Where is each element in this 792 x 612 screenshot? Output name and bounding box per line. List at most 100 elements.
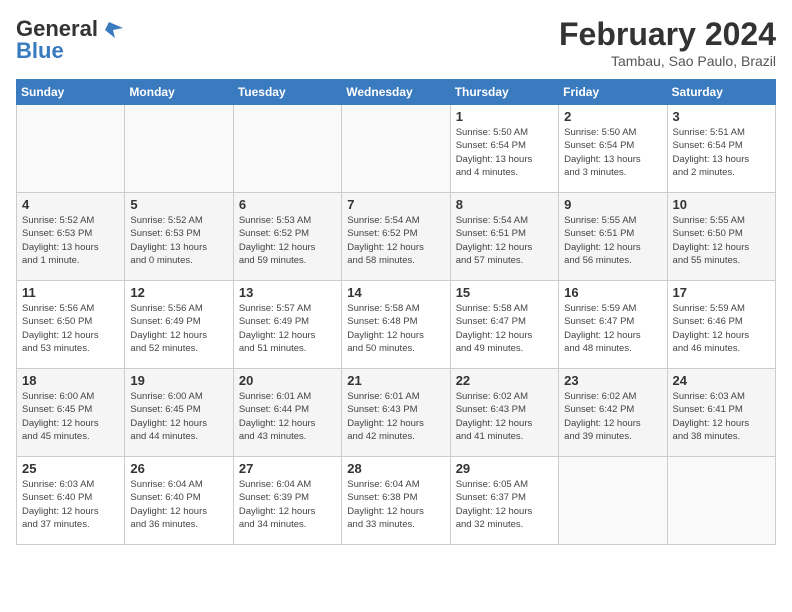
calendar-cell: 4 Sunrise: 5:52 AM Sunset: 6:53 PM Daylig… xyxy=(17,193,125,281)
day-info: Sunrise: 6:04 AM Sunset: 6:39 PM Dayligh… xyxy=(239,478,336,531)
day-info: Sunrise: 6:05 AM Sunset: 6:37 PM Dayligh… xyxy=(456,478,553,531)
calendar-cell: 20 Sunrise: 6:01 AM Sunset: 6:44 PM Dayli… xyxy=(233,369,341,457)
calendar-cell: 10 Sunrise: 5:55 AM Sunset: 6:50 PM Dayli… xyxy=(667,193,775,281)
day-info: Sunrise: 5:54 AM Sunset: 6:51 PM Dayligh… xyxy=(456,214,553,267)
calendar-cell: 29 Sunrise: 6:05 AM Sunset: 6:37 PM Dayli… xyxy=(450,457,558,545)
weekday-header: Thursday xyxy=(450,80,558,105)
day-info: Sunrise: 6:01 AM Sunset: 6:43 PM Dayligh… xyxy=(347,390,444,443)
calendar-cell: 5Sunrise: 5:52 AM Sunset: 6:53 PM Daylig… xyxy=(125,193,233,281)
day-number: 26 xyxy=(130,461,227,476)
day-number: 29 xyxy=(456,461,553,476)
calendar-cell: 6 Sunrise: 5:53 AM Sunset: 6:52 PM Daylig… xyxy=(233,193,341,281)
logo-bird-icon xyxy=(101,20,123,38)
calendar-cell: 15 Sunrise: 5:58 AM Sunset: 6:47 PM Dayli… xyxy=(450,281,558,369)
day-number: 3 xyxy=(673,109,770,124)
calendar-cell xyxy=(233,105,341,193)
day-number: 21 xyxy=(347,373,444,388)
day-info: Sunrise: 5:59 AM Sunset: 6:46 PM Dayligh… xyxy=(673,302,770,355)
day-info: Sunrise: 5:50 AM Sunset: 6:54 PM Dayligh… xyxy=(564,126,661,179)
weekday-header: Friday xyxy=(559,80,667,105)
day-number: 25 xyxy=(22,461,119,476)
calendar-cell: 7 Sunrise: 5:54 AM Sunset: 6:52 PM Daylig… xyxy=(342,193,450,281)
day-info: Sunrise: 5:52 AM Sunset: 6:53 PM Dayligh… xyxy=(130,214,227,267)
day-info: Sunrise: 6:02 AM Sunset: 6:42 PM Dayligh… xyxy=(564,390,661,443)
day-number: 27 xyxy=(239,461,336,476)
day-number: 6 xyxy=(239,197,336,212)
day-number: 11 xyxy=(22,285,119,300)
day-info: Sunrise: 5:55 AM Sunset: 6:50 PM Dayligh… xyxy=(673,214,770,267)
day-number: 19 xyxy=(130,373,227,388)
day-info: Sunrise: 5:52 AM Sunset: 6:53 PM Dayligh… xyxy=(22,214,119,267)
calendar-cell: 14Sunrise: 5:58 AM Sunset: 6:48 PM Dayli… xyxy=(342,281,450,369)
day-info: Sunrise: 5:55 AM Sunset: 6:51 PM Dayligh… xyxy=(564,214,661,267)
day-info: Sunrise: 6:00 AM Sunset: 6:45 PM Dayligh… xyxy=(130,390,227,443)
day-number: 4 xyxy=(22,197,119,212)
day-info: Sunrise: 6:04 AM Sunset: 6:40 PM Dayligh… xyxy=(130,478,227,531)
calendar-cell: 24 Sunrise: 6:03 AM Sunset: 6:41 PM Dayli… xyxy=(667,369,775,457)
day-info: Sunrise: 6:03 AM Sunset: 6:40 PM Dayligh… xyxy=(22,478,119,531)
day-info: Sunrise: 5:56 AM Sunset: 6:49 PM Dayligh… xyxy=(130,302,227,355)
calendar-cell: 22 Sunrise: 6:02 AM Sunset: 6:43 PM Dayli… xyxy=(450,369,558,457)
calendar-cell: 8 Sunrise: 5:54 AM Sunset: 6:51 PM Daylig… xyxy=(450,193,558,281)
day-number: 22 xyxy=(456,373,553,388)
calendar-week-row: 11 Sunrise: 5:56 AM Sunset: 6:50 PM Dayli… xyxy=(17,281,776,369)
day-info: Sunrise: 6:02 AM Sunset: 6:43 PM Dayligh… xyxy=(456,390,553,443)
day-number: 1 xyxy=(456,109,553,124)
calendar-cell: 3 Sunrise: 5:51 AM Sunset: 6:54 PM Daylig… xyxy=(667,105,775,193)
calendar-cell: 18 Sunrise: 6:00 AM Sunset: 6:45 PM Dayli… xyxy=(17,369,125,457)
day-info: Sunrise: 5:54 AM Sunset: 6:52 PM Dayligh… xyxy=(347,214,444,267)
calendar-cell: 21 Sunrise: 6:01 AM Sunset: 6:43 PM Dayli… xyxy=(342,369,450,457)
calendar-cell: 26 Sunrise: 6:04 AM Sunset: 6:40 PM Dayli… xyxy=(125,457,233,545)
day-info: Sunrise: 5:59 AM Sunset: 6:47 PM Dayligh… xyxy=(564,302,661,355)
calendar-cell xyxy=(667,457,775,545)
day-number: 15 xyxy=(456,285,553,300)
calendar-week-row: 4 Sunrise: 5:52 AM Sunset: 6:53 PM Daylig… xyxy=(17,193,776,281)
day-number: 23 xyxy=(564,373,661,388)
calendar-week-row: 1 Sunrise: 5:50 AM Sunset: 6:54 PM Daylig… xyxy=(17,105,776,193)
location: Tambau, Sao Paulo, Brazil xyxy=(559,53,776,69)
calendar-cell: 2Sunrise: 5:50 AM Sunset: 6:54 PM Daylig… xyxy=(559,105,667,193)
day-number: 17 xyxy=(673,285,770,300)
calendar-week-row: 18 Sunrise: 6:00 AM Sunset: 6:45 PM Dayli… xyxy=(17,369,776,457)
day-number: 20 xyxy=(239,373,336,388)
day-number: 24 xyxy=(673,373,770,388)
calendar-cell: 11 Sunrise: 5:56 AM Sunset: 6:50 PM Dayli… xyxy=(17,281,125,369)
day-number: 14 xyxy=(347,285,444,300)
weekday-header: Saturday xyxy=(667,80,775,105)
day-info: Sunrise: 5:53 AM Sunset: 6:52 PM Dayligh… xyxy=(239,214,336,267)
calendar-body: 1 Sunrise: 5:50 AM Sunset: 6:54 PM Daylig… xyxy=(17,105,776,545)
calendar-cell xyxy=(17,105,125,193)
day-info: Sunrise: 5:58 AM Sunset: 6:47 PM Dayligh… xyxy=(456,302,553,355)
calendar-cell xyxy=(125,105,233,193)
logo-blue: Blue xyxy=(16,38,64,64)
day-number: 7 xyxy=(347,197,444,212)
day-number: 10 xyxy=(673,197,770,212)
title-block: February 2024 Tambau, Sao Paulo, Brazil xyxy=(559,16,776,69)
calendar-cell: 25 Sunrise: 6:03 AM Sunset: 6:40 PM Dayli… xyxy=(17,457,125,545)
day-number: 28 xyxy=(347,461,444,476)
day-info: Sunrise: 6:03 AM Sunset: 6:41 PM Dayligh… xyxy=(673,390,770,443)
calendar-cell: 19 Sunrise: 6:00 AM Sunset: 6:45 PM Dayli… xyxy=(125,369,233,457)
weekday-header: Wednesday xyxy=(342,80,450,105)
day-info: Sunrise: 6:04 AM Sunset: 6:38 PM Dayligh… xyxy=(347,478,444,531)
day-info: Sunrise: 5:50 AM Sunset: 6:54 PM Dayligh… xyxy=(456,126,553,179)
day-info: Sunrise: 5:51 AM Sunset: 6:54 PM Dayligh… xyxy=(673,126,770,179)
logo: General Blue xyxy=(16,16,123,64)
day-number: 18 xyxy=(22,373,119,388)
calendar-table: SundayMondayTuesdayWednesdayThursdayFrid… xyxy=(16,79,776,545)
day-number: 16 xyxy=(564,285,661,300)
page-header: General Blue February 2024 Tambau, Sao P… xyxy=(16,16,776,69)
day-info: Sunrise: 6:01 AM Sunset: 6:44 PM Dayligh… xyxy=(239,390,336,443)
day-info: Sunrise: 6:00 AM Sunset: 6:45 PM Dayligh… xyxy=(22,390,119,443)
day-number: 13 xyxy=(239,285,336,300)
calendar-cell: 13 Sunrise: 5:57 AM Sunset: 6:49 PM Dayli… xyxy=(233,281,341,369)
day-info: Sunrise: 5:56 AM Sunset: 6:50 PM Dayligh… xyxy=(22,302,119,355)
day-number: 9 xyxy=(564,197,661,212)
day-info: Sunrise: 5:57 AM Sunset: 6:49 PM Dayligh… xyxy=(239,302,336,355)
month-title: February 2024 xyxy=(559,16,776,53)
weekday-header: Tuesday xyxy=(233,80,341,105)
calendar-cell: 28 Sunrise: 6:04 AM Sunset: 6:38 PM Dayli… xyxy=(342,457,450,545)
calendar-cell xyxy=(559,457,667,545)
day-number: 8 xyxy=(456,197,553,212)
calendar-cell: 1 Sunrise: 5:50 AM Sunset: 6:54 PM Daylig… xyxy=(450,105,558,193)
